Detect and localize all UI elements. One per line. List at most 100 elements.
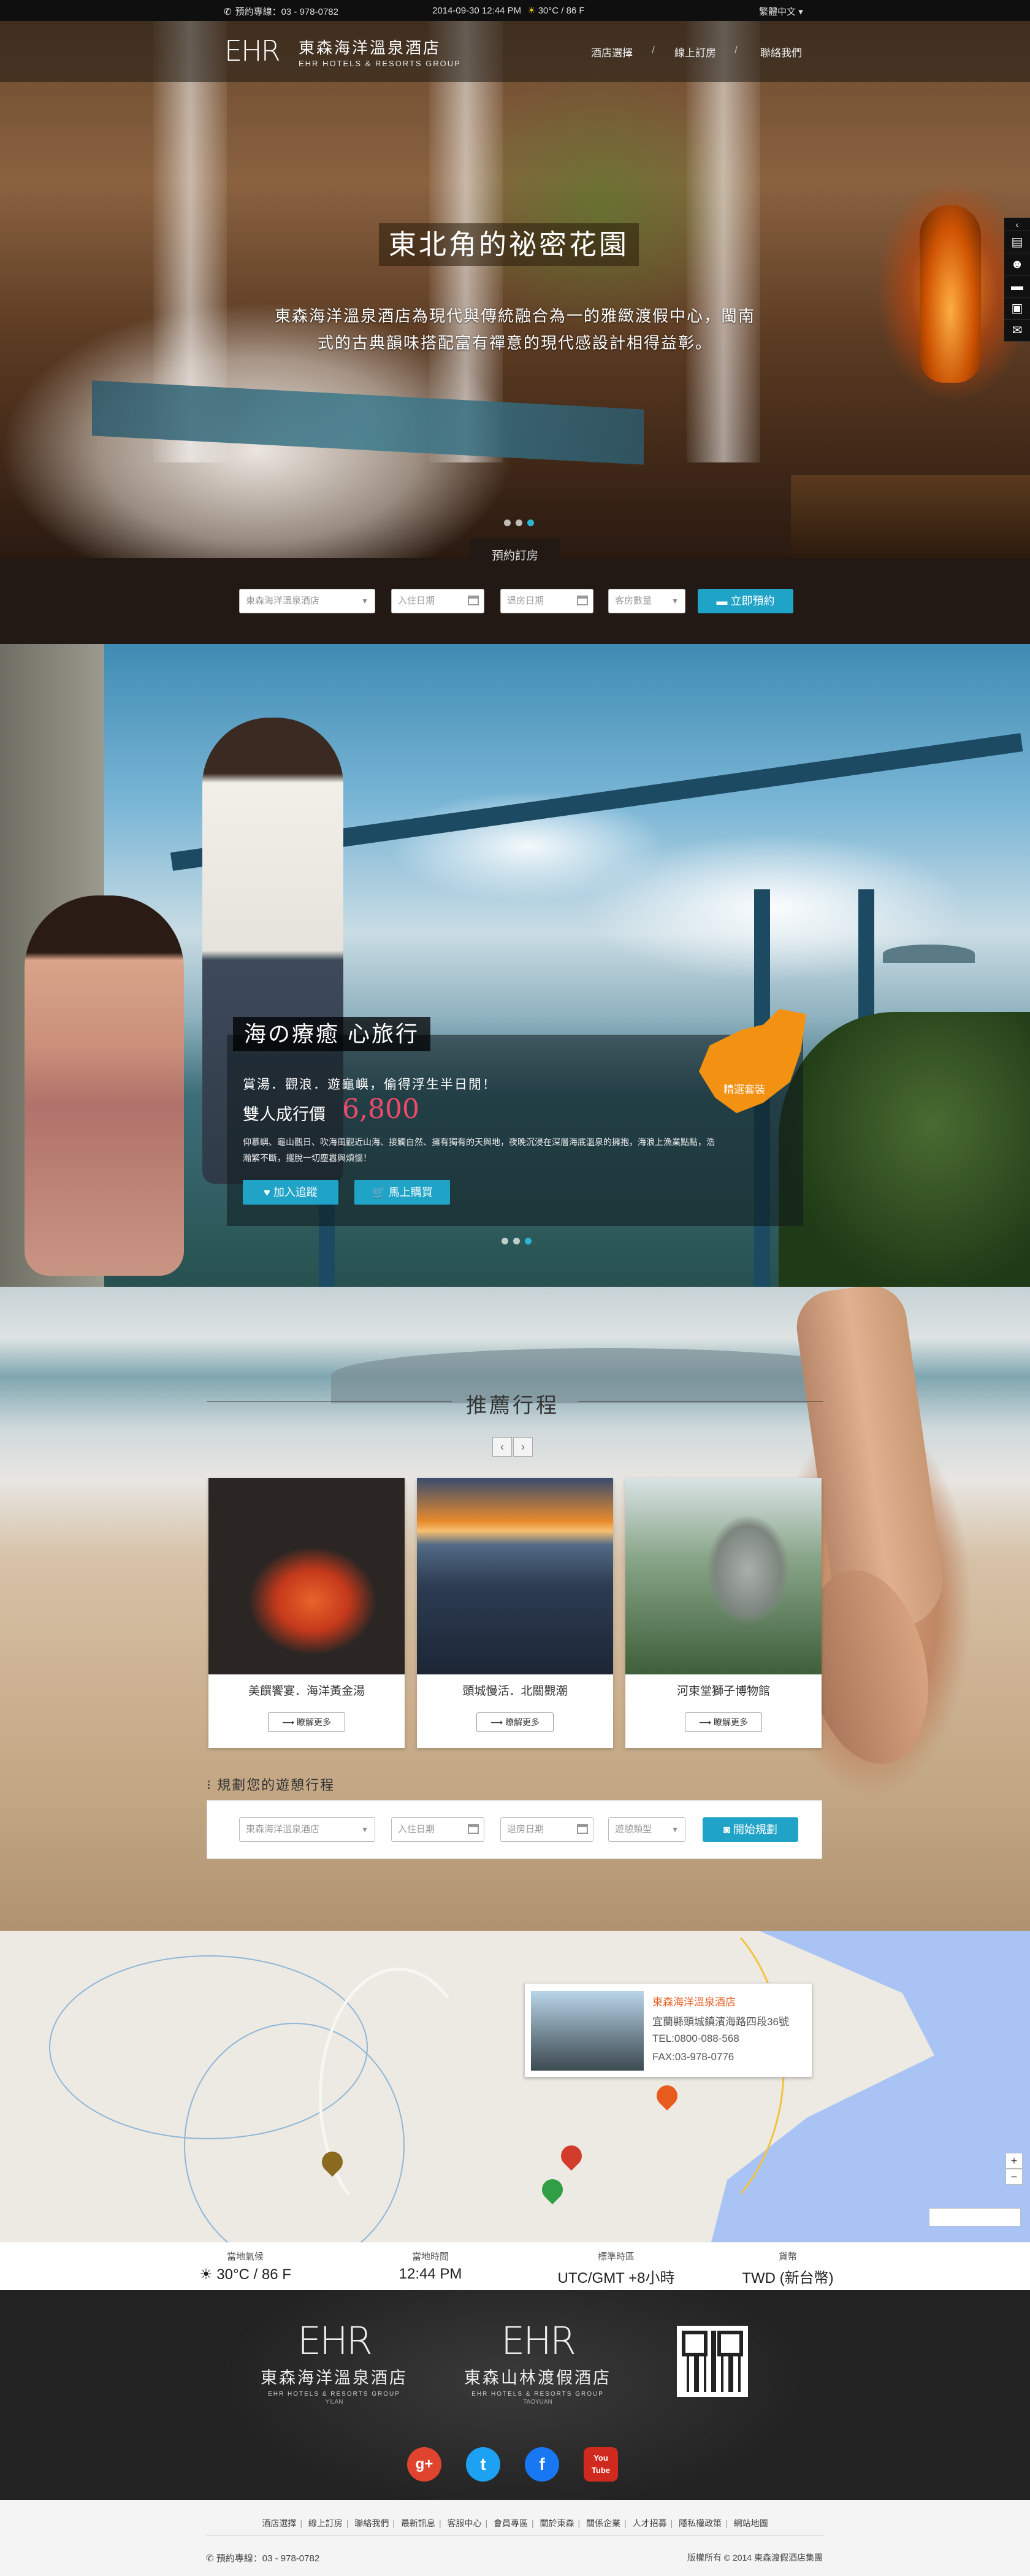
checkout-date-input[interactable]: 退房日期: [500, 589, 593, 613]
brand-ocean[interactable]: EHR 東森海洋溫泉酒店 EHR HOTELS & RESORTS GROUP …: [258, 2318, 411, 2405]
sunset-image: [417, 1478, 613, 1674]
youtube-icon[interactable]: You Tube: [584, 2447, 618, 2482]
slide-dot[interactable]: [502, 1238, 508, 1244]
plan-hotel-select[interactable]: 東森海洋溫泉酒店 ▼: [239, 1817, 375, 1842]
nav-online-booking[interactable]: 線上訂房: [674, 44, 716, 59]
info-value: 12:44 PM: [399, 2266, 462, 2282]
hotel-select[interactable]: 東森海洋溫泉酒店 ▼: [239, 589, 375, 613]
link-separator: |: [578, 2518, 581, 2528]
language-label: 繁體中文: [759, 7, 796, 17]
buy-now-button[interactable]: 🛒 馬上購買: [354, 1180, 450, 1205]
footer-link[interactable]: 客服中心: [447, 2518, 481, 2528]
logo-mark[interactable]: EHR: [224, 34, 281, 67]
next-arrow-icon[interactable]: ›: [513, 1437, 533, 1457]
learn-more-button[interactable]: ⟶ 瞭解更多: [268, 1712, 345, 1732]
slide-dot-active[interactable]: [525, 1238, 532, 1244]
recommend-card[interactable]: 河東堂獅子博物館 ⟶ 瞭解更多: [625, 1478, 822, 1748]
rooms-select[interactable]: 客房數量 ▼: [608, 589, 685, 613]
brand-forest[interactable]: EHR 東森山林渡假酒店 EHR HOTELS & RESORTS GROUP …: [461, 2318, 614, 2405]
google-plus-icon[interactable]: g+: [407, 2447, 441, 2482]
location-map[interactable]: [0, 1931, 1030, 2242]
footer-link[interactable]: 人才招募: [633, 2518, 667, 2528]
start-planning-label: 開始規劃: [733, 1823, 777, 1836]
learn-more-label: 瞭解更多: [505, 1717, 540, 1727]
hero-banner: [0, 21, 1030, 558]
nav-separator: /: [652, 44, 655, 56]
bed-icon[interactable]: ▬: [1004, 275, 1030, 297]
info-value: TWD (新台幣): [742, 2270, 834, 2287]
buy-now-label: 馬上購買: [388, 1186, 433, 1198]
collapse-icon[interactable]: ‹: [1004, 218, 1030, 231]
footer-link[interactable]: 隱私權政策: [679, 2518, 722, 2528]
brand-en: EHR HOTELS & RESORTS GROUP: [471, 2391, 604, 2398]
recommend-card[interactable]: 美饌饗宴．海洋黃金湯 ⟶ 瞭解更多: [208, 1478, 405, 1748]
document-icon[interactable]: ▤: [1004, 231, 1030, 253]
footer-link[interactable]: 會員專區: [494, 2518, 528, 2528]
footer-link[interactable]: 酒店選擇: [262, 2518, 296, 2528]
nav-hotel-select[interactable]: 酒店選擇: [591, 44, 633, 59]
start-planning-button[interactable]: ◙ 開始規劃: [703, 1817, 798, 1842]
hero-description: 東森海洋溫泉酒店為現代與傳統融合為一的雅緻渡假中心，閩南 式的古典韻味搭配富有禪…: [245, 302, 785, 356]
zoom-in-icon[interactable]: +: [1005, 2153, 1023, 2169]
zoom-out-icon[interactable]: −: [1005, 2169, 1023, 2185]
recommend-card[interactable]: 頭城慢活．北關觀潮 ⟶ 瞭解更多: [417, 1478, 613, 1748]
plan-checkin-placeholder: 入住日期: [398, 1824, 435, 1834]
footer-link[interactable]: 最新訊息: [401, 2518, 435, 2528]
footer-link[interactable]: 關係企業: [586, 2518, 620, 2528]
map-type-control[interactable]: [929, 2208, 1021, 2226]
learn-more-button[interactable]: ⟶ 瞭解更多: [685, 1712, 762, 1732]
plan-checkout-input[interactable]: 退房日期: [500, 1817, 593, 1842]
language-select[interactable]: 繁體中文 ▾: [759, 5, 803, 18]
arrow-right-icon: ⟶: [699, 1717, 712, 1727]
plan-checkin-input[interactable]: 入住日期: [391, 1817, 484, 1842]
package-price-label: 雙人成行價: [243, 1105, 326, 1124]
book-now-label: 立即預約: [730, 595, 775, 607]
phone-text: 預約專線：03 - 978-0782: [235, 7, 338, 17]
booking-tab[interactable]: 預約訂房: [470, 539, 560, 572]
bed-icon: ▬: [716, 595, 728, 607]
plan-type-select[interactable]: 遊憩類型 ▼: [608, 1817, 685, 1842]
hotel-photo: [531, 1991, 644, 2071]
footer-link[interactable]: 關於東森: [540, 2518, 574, 2528]
info-value: ☀ 30°C / 86 F: [184, 2266, 307, 2283]
sun-icon: ☀: [199, 2266, 213, 2283]
twitter-icon[interactable]: t: [466, 2447, 500, 2482]
learn-more-label: 瞭解更多: [713, 1717, 748, 1727]
slide-dot[interactable]: [516, 519, 522, 526]
brand-location: TAOYUAN: [523, 2399, 552, 2405]
island-decor: [883, 945, 975, 963]
follow-button[interactable]: ♥ 加入追蹤: [243, 1180, 338, 1205]
info-value-text: 30°C / 86 F: [216, 2266, 291, 2283]
slide-dot[interactable]: [504, 519, 511, 526]
brand-mark: EHR: [297, 2318, 373, 2363]
phone-icon: ✆: [206, 2553, 214, 2564]
facebook-icon[interactable]: f: [525, 2447, 559, 2482]
nav-contact[interactable]: 聯絡我們: [760, 44, 802, 59]
hero-pagination: [504, 518, 539, 529]
slide-dot[interactable]: [513, 1238, 520, 1244]
hotel-tel: TEL:0800-088-568: [652, 2033, 739, 2044]
nav-separator: /: [734, 44, 738, 56]
checkin-date-input[interactable]: 入住日期: [391, 589, 484, 613]
bag-icon[interactable]: ▣: [1004, 297, 1030, 320]
plan-hotel-value: 東森海洋溫泉酒店: [246, 1824, 320, 1834]
follow-label: 加入追蹤: [273, 1186, 318, 1198]
user-icon[interactable]: ☻: [1004, 253, 1030, 275]
slide-dot-active[interactable]: [527, 519, 534, 526]
learn-more-button[interactable]: ⟶ 瞭解更多: [476, 1712, 554, 1732]
recommend-title: 推薦行程: [466, 1394, 559, 1417]
footer-links: 酒店選擇 | 線上訂房 | 聯絡我們 | 最新訊息 | 客服中心 | 會員專區 | 關於東森…: [0, 2517, 1030, 2529]
hotel-info-card: 東森海洋溫泉酒店 宜蘭縣頭城鎮濱海路四段36號 TEL:0800-088-568…: [524, 1983, 812, 2077]
card-title: 美饌饗宴．海洋黃金湯: [248, 1685, 365, 1698]
sun-icon: ☀: [527, 6, 536, 16]
copyright: 版權所有 © 2014 東森渡假酒店集團: [687, 2553, 823, 2563]
footer-link[interactable]: 聯絡我們: [354, 2518, 389, 2528]
package-tagline: 賞湯．觀浪．遊龜嶼，偷得浮生半日閒！: [243, 1078, 497, 1092]
book-now-button[interactable]: ▬ 立即預約: [698, 589, 793, 613]
prev-arrow-icon[interactable]: ‹: [492, 1437, 512, 1457]
logo-title[interactable]: 東森海洋溫泉酒店: [299, 36, 441, 58]
mail-icon[interactable]: ✉: [1004, 320, 1030, 342]
footer-link[interactable]: 線上訂房: [308, 2518, 343, 2528]
footer-link[interactable]: 網站地圖: [734, 2518, 768, 2528]
phone-icon: ✆: [224, 7, 232, 17]
